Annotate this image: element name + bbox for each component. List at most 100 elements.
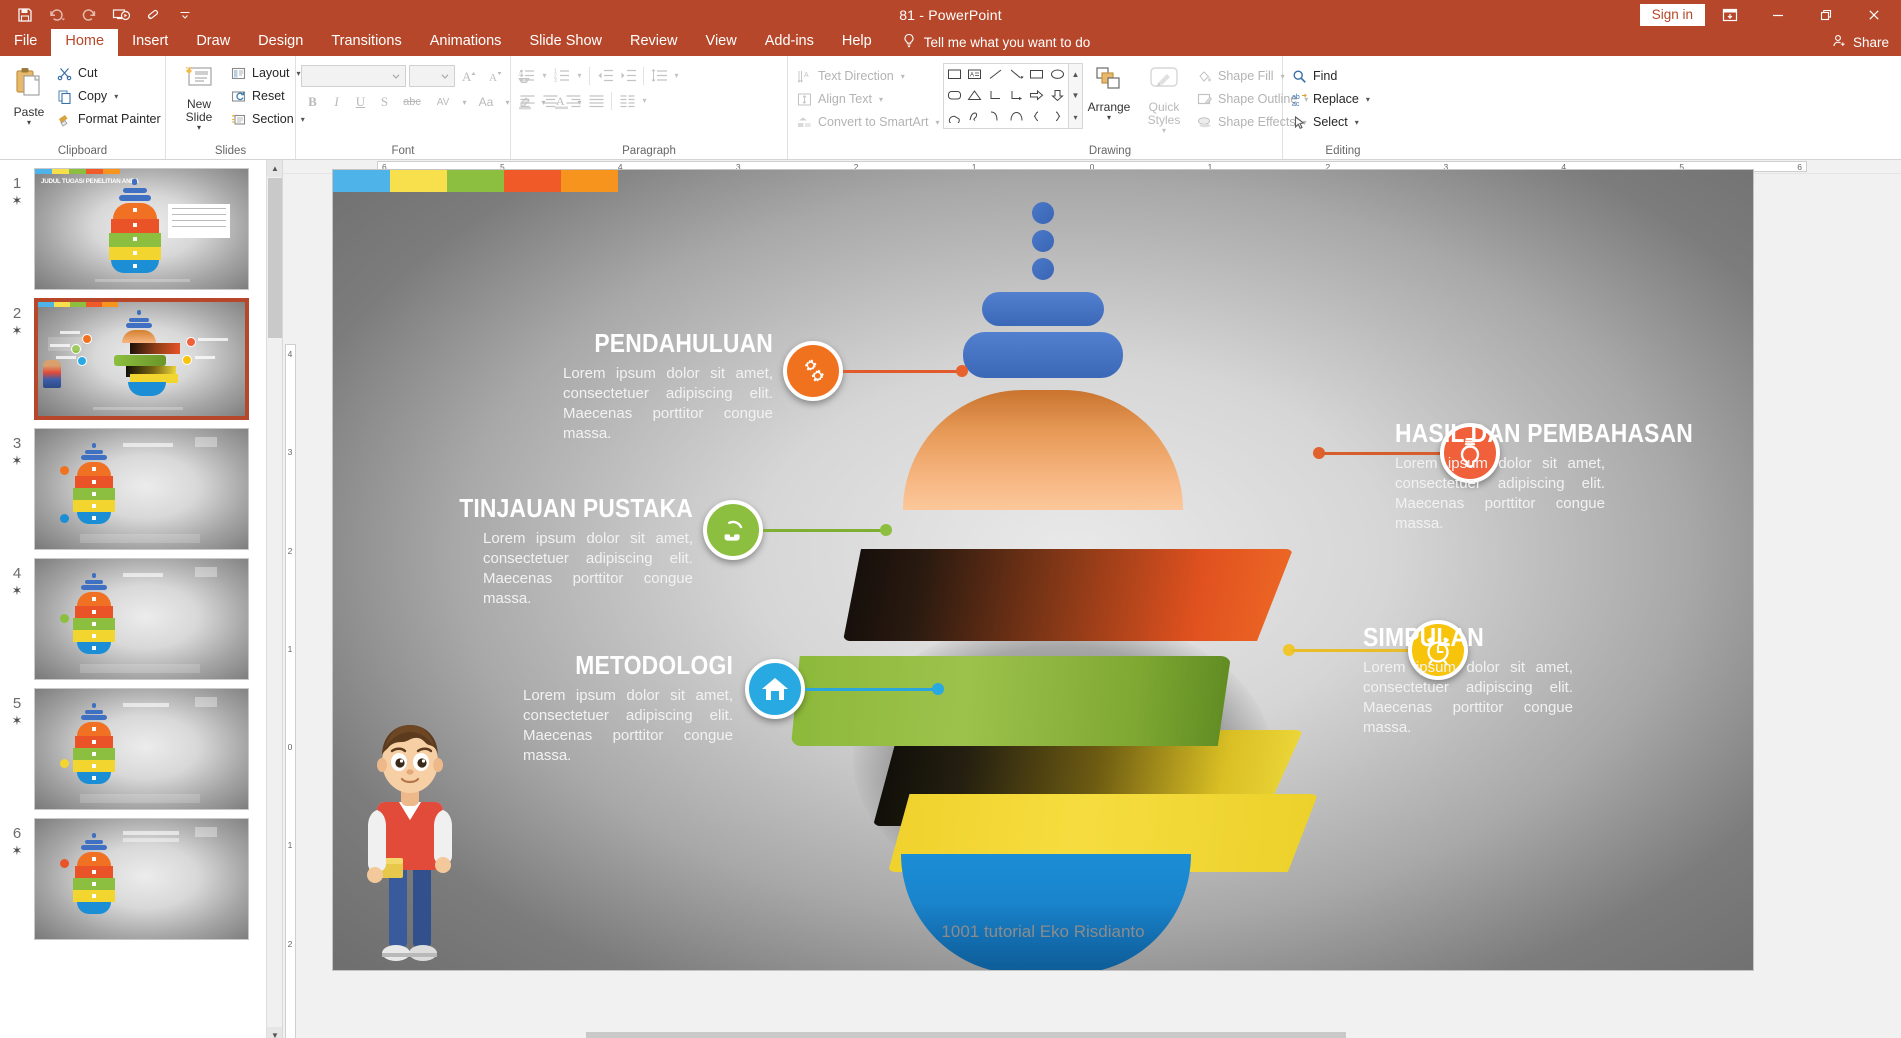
paste-caret-icon[interactable]: ▾	[27, 119, 31, 127]
save-icon[interactable]	[10, 2, 40, 28]
shape-textbox-icon[interactable]: A	[965, 64, 986, 85]
shape-right-arrow-icon[interactable]	[1027, 85, 1048, 106]
reset-label: Reset	[252, 89, 285, 103]
tab-review[interactable]: Review	[616, 29, 692, 56]
horizontal-scrollbar[interactable]	[566, 1030, 1901, 1038]
tab-view[interactable]: View	[692, 29, 751, 56]
shape-rectangle-icon[interactable]	[944, 64, 965, 85]
shape-line-icon[interactable]	[985, 64, 1006, 85]
slide-item-hasil-pembahasan[interactable]: HASIL DAN PEMBAHASAN Lorem ipsum dolor s…	[1395, 420, 1693, 534]
thumbnail-row[interactable]: 2 ✶	[0, 298, 282, 428]
shape-right-brace-icon[interactable]	[1047, 106, 1068, 127]
tab-file[interactable]: File	[0, 29, 51, 56]
shapes-scroll-down-icon[interactable]: ▼	[1069, 85, 1082, 106]
thumbnail-row[interactable]: 3 ✶	[0, 428, 282, 558]
thumbnail-row[interactable]: 1 ✶ JUDUL TUGAS/ PENELITIAN ANDA	[0, 168, 282, 298]
shapes-gallery-more-icon[interactable]: ▾	[1069, 107, 1082, 128]
start-from-beginning-icon[interactable]	[106, 2, 136, 28]
slide-item-tinjauan-pustaka[interactable]: TINJAUAN PUSTAKA Lorem ipsum dolor sit a…	[393, 495, 693, 609]
slide-item-metodologi[interactable]: METODOLOGI Lorem ipsum dolor sit amet, c…	[463, 652, 733, 766]
tab-help[interactable]: Help	[828, 29, 886, 56]
shape-left-brace-icon[interactable]	[1027, 106, 1048, 127]
thumbnail-pane-scrollbar[interactable]: ▲ ▼	[266, 160, 282, 1038]
replace-caret-icon[interactable]: ▾	[1366, 95, 1370, 104]
slide-thumbnail-6[interactable]	[34, 818, 249, 940]
lightbulb-icon	[902, 33, 916, 52]
thumbnail-scroll-down-icon[interactable]: ▼	[267, 1027, 282, 1038]
slide-thumbnail-3[interactable]	[34, 428, 249, 550]
sign-in-button[interactable]: Sign in	[1639, 4, 1705, 26]
format-painter-button[interactable]: Format Painter	[53, 108, 167, 130]
slide-thumbnail-2[interactable]	[34, 298, 249, 420]
cut-button[interactable]: Cut	[53, 62, 167, 84]
new-slide-caret-icon[interactable]: ▾	[197, 124, 201, 132]
cut-label: Cut	[78, 66, 98, 80]
ribbon-display-options-icon[interactable]	[1707, 0, 1753, 30]
badge-pendahuluan[interactable]	[783, 341, 843, 401]
horizontal-scroll-thumb[interactable]	[586, 1032, 1346, 1038]
new-slide-button[interactable]: New Slide ▾	[171, 62, 227, 132]
undo-icon[interactable]	[42, 2, 72, 28]
shape-triangle-icon[interactable]	[965, 85, 986, 106]
touch-mode-icon[interactable]	[138, 2, 168, 28]
shape-curve-icon[interactable]	[985, 106, 1006, 127]
shape-arrow-icon[interactable]	[1006, 64, 1027, 85]
select-caret-icon[interactable]: ▾	[1355, 118, 1359, 127]
redo-icon[interactable]	[74, 2, 104, 28]
slide-item-simpulan[interactable]: SIMPULAN Lorem ipsum dolor sit amet, con…	[1363, 624, 1623, 738]
shape-freeform-icon[interactable]	[965, 106, 986, 127]
minimize-button[interactable]	[1755, 0, 1801, 30]
font-size-combobox[interactable]	[409, 65, 455, 87]
shape-oval-icon[interactable]	[1047, 64, 1068, 85]
thumbnail-row[interactable]: 5 ✶	[0, 688, 282, 818]
italic-button: I	[334, 94, 339, 109]
thumbnail-scroll-thumb[interactable]	[268, 178, 282, 338]
thumbnail-row[interactable]: 4 ✶	[0, 558, 282, 688]
shape-elbow-connector-icon[interactable]	[985, 85, 1006, 106]
paste-button[interactable]: Paste ▾	[5, 62, 53, 127]
copy-caret-icon[interactable]: ▾	[114, 92, 118, 101]
copy-button[interactable]: Copy ▾	[53, 85, 167, 107]
close-button[interactable]	[1851, 0, 1897, 30]
tab-slide-show[interactable]: Slide Show	[515, 29, 616, 56]
find-button[interactable]: Find	[1288, 65, 1376, 87]
restore-button[interactable]	[1803, 0, 1849, 30]
font-name-combobox[interactable]	[301, 65, 406, 87]
share-button[interactable]: Share	[1832, 33, 1901, 56]
columns-caret-icon: ▾	[642, 96, 647, 105]
arrange-caret-icon[interactable]: ▾	[1107, 114, 1111, 122]
tab-home[interactable]: Home	[51, 29, 119, 56]
tell-me-search[interactable]: Tell me what you want to do	[886, 33, 1101, 56]
replace-label: Replace	[1313, 92, 1359, 106]
tab-animations[interactable]: Animations	[416, 29, 516, 56]
central-infographic[interactable]	[733, 194, 1353, 970]
shape-down-arrow-icon[interactable]	[1047, 85, 1068, 106]
slide-item-pendahuluan[interactable]: PENDAHULUAN Lorem ipsum dolor sit amet, …	[513, 330, 773, 444]
tab-add-ins[interactable]: Add-ins	[751, 29, 828, 56]
slide-thumbnail-4[interactable]	[34, 558, 249, 680]
shape-rectangle2-icon[interactable]	[1027, 64, 1048, 85]
tab-draw[interactable]: Draw	[182, 29, 244, 56]
thumbnail-scroll-up-icon[interactable]: ▲	[267, 160, 282, 177]
thumbnail-row[interactable]: 6 ✶	[0, 818, 282, 948]
shape-rounded-rect-icon[interactable]	[944, 85, 965, 106]
shape-pie-icon[interactable]	[944, 106, 965, 127]
tab-design[interactable]: Design	[244, 29, 317, 56]
slide-thumbnail-1[interactable]: JUDUL TUGAS/ PENELITIAN ANDA	[34, 168, 249, 290]
slide-thumbnail-5[interactable]	[34, 688, 249, 810]
bulb-dot-1	[1032, 202, 1054, 224]
shapes-gallery[interactable]: A	[943, 63, 1069, 129]
customize-quick-access-toolbar-icon[interactable]	[170, 2, 200, 28]
tab-transitions[interactable]: Transitions	[317, 29, 415, 56]
shapes-scroll-up-icon[interactable]: ▲	[1069, 64, 1082, 85]
badge-tinjauan-pustaka[interactable]	[703, 500, 763, 560]
badge-metodologi[interactable]	[745, 659, 805, 719]
tab-insert[interactable]: Insert	[118, 29, 182, 56]
shapes-gallery-scrollbar[interactable]: ▲ ▼ ▾	[1069, 63, 1083, 129]
arrange-button[interactable]: Arrange ▾	[1083, 63, 1135, 122]
slide-canvas[interactable]: PENDAHULUAN Lorem ipsum dolor sit amet, …	[333, 170, 1753, 970]
select-button[interactable]: Select ▾	[1288, 111, 1376, 133]
replace-button[interactable]: ab ac Replace ▾	[1288, 88, 1376, 110]
shape-elbow-arrow-icon[interactable]	[1006, 85, 1027, 106]
shape-arc-icon[interactable]	[1006, 106, 1027, 127]
